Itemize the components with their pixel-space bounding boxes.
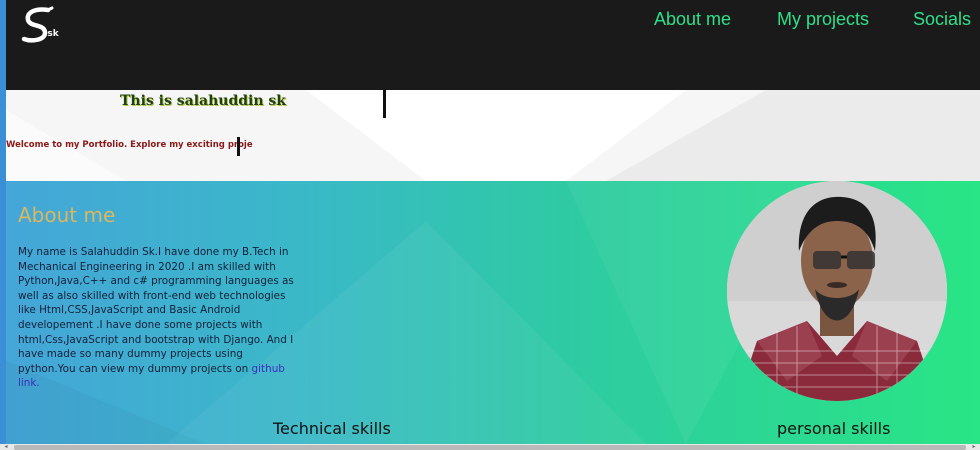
nav-socials[interactable]: Socials — [913, 9, 971, 30]
about-description: My name is Salahuddin Sk.I have done my … — [18, 245, 303, 391]
typing-cursor — [237, 137, 240, 156]
nav-my-projects[interactable]: My projects — [777, 9, 869, 30]
about-section: About me My name is Salahuddin Sk.I have… — [6, 181, 980, 444]
logo-icon[interactable] — [18, 6, 74, 46]
about-body: My name is Salahuddin Sk.I have done my … — [18, 246, 294, 375]
site-header: .sk About me My projects Socials — [6, 0, 980, 90]
technical-skills-heading: Technical skills — [273, 419, 391, 438]
about-heading: About me — [18, 203, 116, 227]
scroll-right-icon[interactable]: ▸ — [970, 444, 978, 450]
scroll-left-icon[interactable]: ◂ — [2, 444, 10, 450]
intro-welcome-text: Welcome to my Portfolio. Explore my exci… — [6, 140, 253, 150]
intro-banner: This is salahuddin sk Welcome to my Port… — [6, 90, 980, 181]
left-edge-strip — [0, 0, 6, 444]
nav-about-me[interactable]: About me — [654, 9, 731, 30]
intro-title: This is salahuddin sk — [120, 93, 286, 109]
typing-cursor — [383, 90, 386, 118]
scrollbar-thumb[interactable] — [14, 445, 966, 450]
profile-photo — [727, 181, 947, 401]
personal-skills-heading: personal skills — [777, 419, 891, 438]
logo-suffix: .sk — [44, 29, 59, 39]
horizontal-scrollbar[interactable]: ◂ ▸ — [0, 444, 980, 450]
